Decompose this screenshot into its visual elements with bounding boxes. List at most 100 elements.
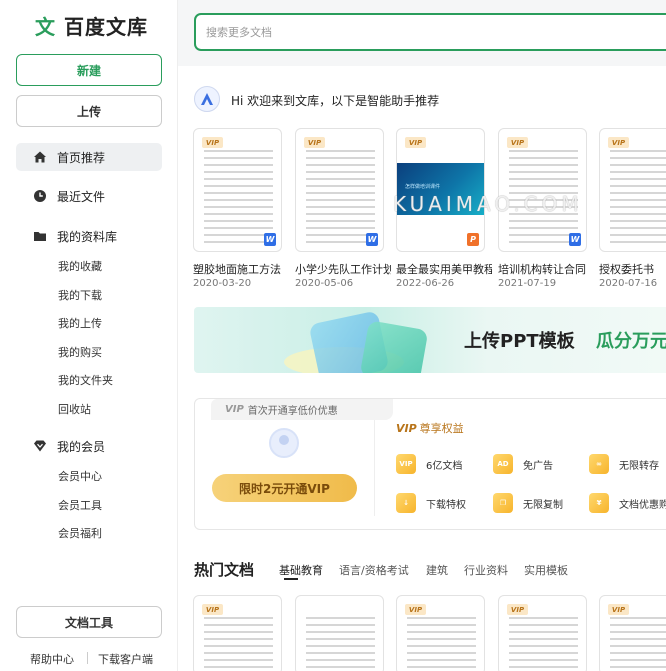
doc-card[interactable]: VIP 怎样做培训课件 P	[396, 128, 485, 252]
greeting-text: Hi 欢迎来到文库，以下是智能助手推荐	[231, 94, 440, 108]
doc-card[interactable]: VIP	[599, 128, 666, 252]
doc-card[interactable]: VIP W	[498, 128, 587, 252]
doc-date: 2022-06-26	[396, 278, 455, 289]
privilege-item[interactable]: VIP 6亿文档	[396, 454, 462, 474]
nav-purchases[interactable]: 我的购买	[58, 344, 102, 360]
doc-tools-button[interactable]: 文档工具	[16, 606, 162, 638]
avatar[interactable]	[269, 428, 299, 458]
search-placeholder: 搜索更多文档	[206, 26, 272, 39]
nav-library[interactable]: 我的资料库	[16, 222, 162, 250]
word-file-icon: W	[569, 233, 581, 246]
nav-home[interactable]: 首页推荐	[16, 143, 162, 171]
doc-card[interactable]: VIP W	[295, 128, 384, 252]
active-tab-indicator	[284, 578, 298, 580]
doc-title[interactable]: 授权委托书	[599, 261, 666, 277]
doc-thumbnail	[204, 612, 273, 668]
nav-member[interactable]: 我的会员	[16, 432, 162, 460]
hot-doc-card[interactable]: VIP	[396, 595, 485, 671]
sidebar: 文 百度文库 新建 上传 首页推荐 最近文件 我的资料库 我的收藏 我的下载 我…	[0, 0, 178, 671]
doc-date: 2021-07-19	[498, 278, 557, 289]
doc-thumbnail	[306, 145, 375, 243]
doc-title[interactable]: 小学少先队工作计划	[295, 261, 391, 277]
doc-thumbnail	[509, 612, 578, 668]
hot-doc-card[interactable]: VIP	[193, 595, 282, 671]
privilege-item[interactable]: ❐ 无限复制	[493, 493, 563, 513]
home-icon	[33, 150, 47, 164]
diamond-heart-icon	[33, 439, 47, 453]
nav-recent[interactable]: 最近文件	[16, 182, 162, 210]
doc-thumbnail	[204, 145, 273, 243]
clock-icon	[33, 189, 47, 203]
doc-thumbnail	[610, 145, 666, 243]
ppt-cover-text: 怎样做培训课件	[405, 184, 441, 190]
download-client-link[interactable]: 下载客户端	[98, 651, 153, 667]
logo[interactable]: 文 百度文库	[32, 10, 148, 40]
nav-recycle-bin[interactable]: 回收站	[58, 401, 91, 417]
folder-icon	[33, 229, 47, 243]
upload-button[interactable]: 上传	[16, 95, 162, 127]
doc-title[interactable]: 最全最实用美甲教程	[396, 261, 492, 277]
privilege-item[interactable]: AD 免广告	[493, 454, 553, 474]
copy-icon: ❐	[493, 493, 513, 513]
nav-member-benefits[interactable]: 会员福利	[58, 525, 102, 541]
vip-divider	[374, 420, 375, 516]
doc-date: 2020-07-16	[599, 278, 658, 289]
doc-title[interactable]: 塑胶地面施工方法	[193, 261, 289, 277]
tab-language-exam[interactable]: 语言/资格考试	[339, 562, 409, 578]
doc-thumbnail	[306, 612, 375, 668]
nav-home-label: 首页推荐	[57, 150, 106, 165]
doc-title[interactable]: 培训机构转让合同	[498, 261, 594, 277]
privilege-item[interactable]: ↓ 下载特权	[396, 493, 466, 513]
open-vip-button[interactable]: 限时2元开通VIP	[212, 474, 357, 502]
privilege-item[interactable]: ∞ 无限转存	[589, 454, 659, 474]
nav-uploads[interactable]: 我的上传	[58, 315, 102, 331]
nav-member-label: 我的会员	[57, 439, 106, 454]
doc-thumbnail	[509, 145, 578, 243]
privilege-item[interactable]: ¥ 文档优惠购	[589, 493, 666, 513]
banner-title: 上传PPT模板	[464, 331, 575, 352]
watermark: KUAIMAO.COM	[393, 192, 583, 216]
privilege-title: VIP 尊享权益	[396, 422, 464, 435]
nav-recent-label: 最近文件	[57, 189, 106, 204]
assistant-icon	[194, 86, 220, 112]
vip-mark: VIP	[225, 404, 244, 415]
new-button[interactable]: 新建	[16, 54, 162, 86]
logo-icon: 文	[35, 14, 55, 39]
hot-doc-card[interactable]: VIP	[599, 595, 666, 671]
nav-member-tools[interactable]: 会员工具	[58, 497, 102, 513]
discount-icon: ¥	[589, 493, 609, 513]
banner-decoration	[359, 320, 429, 373]
nav-library-label: 我的资料库	[57, 229, 118, 244]
tab-industry[interactable]: 行业资料	[464, 562, 508, 578]
hot-doc-card[interactable]	[295, 595, 384, 671]
word-file-icon: W	[264, 233, 276, 246]
tab-templates[interactable]: 实用模板	[524, 562, 568, 578]
hot-docs-title: 热门文档	[194, 561, 255, 579]
search-input[interactable]: 搜索更多文档	[194, 13, 666, 51]
word-file-icon: W	[366, 233, 378, 246]
logo-text: 百度文库	[64, 14, 148, 39]
main-content: 搜索更多文档 Hi 欢迎来到文库，以下是智能助手推荐 VIP W 塑胶地面施工方…	[178, 0, 666, 671]
doc-date: 2020-03-20	[193, 278, 252, 289]
vip-docs-icon: VIP	[396, 454, 416, 474]
nav-folders[interactable]: 我的文件夹	[58, 372, 113, 388]
doc-thumbnail	[610, 612, 666, 668]
no-ad-icon: AD	[493, 454, 513, 474]
transfer-icon: ∞	[589, 454, 609, 474]
nav-downloads[interactable]: 我的下载	[58, 287, 102, 303]
first-open-label: VIP 首次开通享低价优惠	[211, 399, 393, 420]
doc-thumbnail	[407, 612, 476, 668]
banner-accent: 瓜分万元	[596, 331, 666, 352]
doc-card[interactable]: VIP W	[193, 128, 282, 252]
tab-architecture[interactable]: 建筑	[426, 562, 448, 578]
nav-member-center[interactable]: 会员中心	[58, 468, 102, 484]
upload-ppt-banner[interactable]: 上传PPT模板 瓜分万元	[194, 307, 666, 373]
nav-favorites[interactable]: 我的收藏	[58, 258, 102, 274]
doc-date: 2020-05-06	[295, 278, 354, 289]
download-icon: ↓	[396, 493, 416, 513]
footer-divider	[87, 652, 88, 664]
tab-basic-education[interactable]: 基础教育	[279, 562, 323, 578]
hot-doc-card[interactable]: VIP	[498, 595, 587, 671]
help-center-link[interactable]: 帮助中心	[30, 651, 74, 667]
ppt-file-icon: P	[467, 233, 479, 246]
